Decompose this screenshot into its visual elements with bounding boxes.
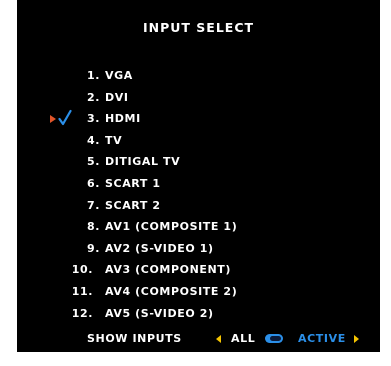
item-number: 8.	[86, 220, 100, 234]
item-label: AV4 (COMPOSITE 2)	[105, 284, 238, 298]
item-number: 2.	[86, 90, 100, 104]
item-number: 6.	[86, 176, 100, 190]
input-select-menu: INPUT SELECT 1. VGA 2. DVI 3. HDMI 4. TV…	[17, 0, 380, 352]
item-label: DITIGAL TV	[105, 155, 181, 169]
item-label: AV2 (S-VIDEO 1)	[105, 241, 214, 255]
arrow-right-icon[interactable]	[354, 335, 359, 343]
item-number: 3.	[86, 112, 100, 126]
item-number: 4.	[86, 133, 100, 147]
item-label: SCART 2	[105, 198, 161, 212]
option-all[interactable]: ALL	[231, 332, 255, 345]
item-number: 7.	[86, 198, 100, 212]
toggle-switch-icon[interactable]	[265, 334, 283, 343]
show-inputs-label: SHOW INPUTS	[87, 332, 182, 345]
item-label: TV	[105, 133, 123, 147]
show-inputs-row: SHOW INPUTS ALL ACTIVE	[17, 332, 380, 346]
item-number: 9.	[86, 241, 100, 255]
item-label: AV5 (S-VIDEO 2)	[105, 306, 214, 320]
item-label: AV3 (COMPONENT)	[105, 263, 232, 277]
item-label: SCART 1	[105, 176, 161, 190]
item-number: 1.	[86, 69, 100, 82]
arrow-left-icon[interactable]	[216, 335, 221, 343]
item-label: HDMI	[105, 112, 141, 126]
selection-arrow-icon	[50, 115, 56, 124]
item-number: 12.	[71, 306, 93, 320]
menu-title: INPUT SELECT	[142, 20, 255, 35]
item-number: 5.	[86, 155, 100, 169]
item-label: DVI	[105, 90, 129, 104]
item-number: 11.	[71, 284, 93, 298]
item-number: 10.	[71, 263, 93, 277]
option-active[interactable]: ACTIVE	[298, 332, 346, 345]
item-label: AV1 (COMPOSITE 1)	[105, 220, 238, 234]
checkmark-icon	[58, 110, 72, 126]
item-label: VGA	[105, 69, 133, 82]
